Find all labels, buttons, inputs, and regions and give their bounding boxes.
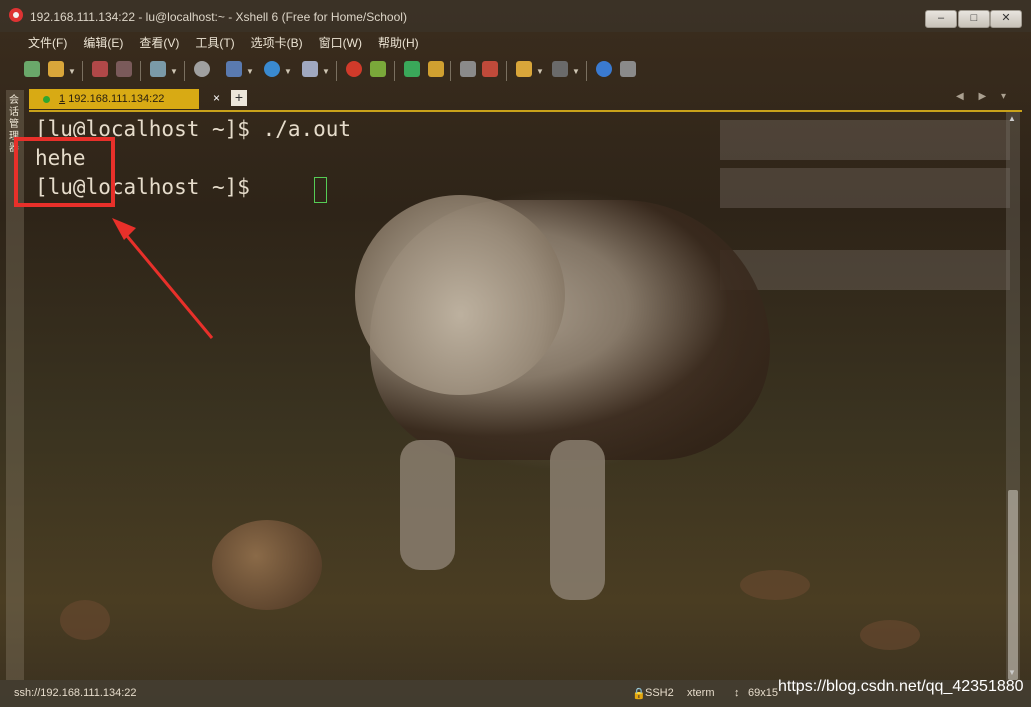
status-connection: ssh://192.168.111.134:22: [14, 687, 137, 699]
watermark-text: https://blog.csdn.net/qq_42351880: [778, 678, 1024, 695]
status-protocol: SSH2: [645, 687, 674, 699]
status-terminal-type: xterm: [687, 687, 715, 699]
status-size: 69x15: [748, 687, 778, 699]
annotation-arrow: [112, 218, 214, 339]
cursor-position-icon: ↕: [734, 687, 740, 699]
lock-icon: 🔒: [632, 688, 646, 700]
